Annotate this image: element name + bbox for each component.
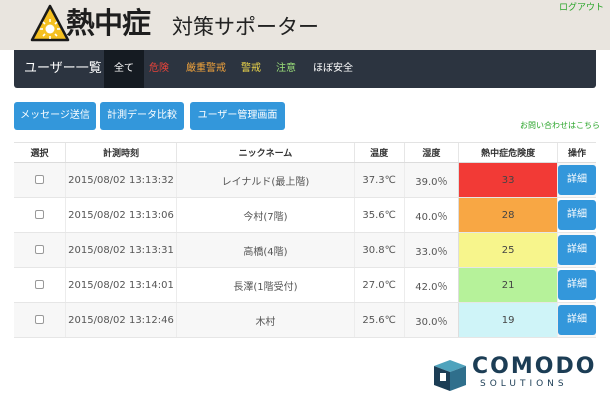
row-select — [14, 232, 66, 268]
table-row: 2015/08/02 13:13:31 高橋(4階) 30.8℃ 33.0％ 2… — [14, 232, 596, 268]
table-row: 2015/08/02 13:13:32 レイナルド(最上階) 37.3℃ 39.… — [14, 162, 596, 198]
comodo-wordmark: COMODO — [472, 354, 597, 379]
row-temperature: 30.8℃ — [353, 232, 405, 268]
row-temperature: 27.0℃ — [353, 267, 405, 303]
app-subtitle: 対策サポーター — [172, 15, 319, 39]
warning-sun-icon — [30, 4, 70, 42]
header-nickname: ニックネーム — [176, 142, 355, 163]
row-action: 詳細 — [556, 162, 596, 198]
nav-filter-safe[interactable]: ほぼ安全 — [313, 50, 353, 88]
row-risk: 25 — [458, 232, 558, 268]
row-action: 詳細 — [556, 232, 596, 268]
contact-link[interactable]: お問い合わせはこちら — [520, 120, 600, 131]
row-nickname: 長澤(1階受付) — [176, 267, 355, 303]
row-nickname: 木村 — [176, 302, 355, 338]
row-time: 2015/08/02 13:13:06 — [64, 197, 177, 233]
detail-button[interactable]: 詳細 — [557, 165, 596, 195]
row-select — [14, 267, 66, 303]
nav-filter-severe-warning[interactable]: 厳重警戒 — [186, 50, 226, 88]
row-select — [14, 302, 66, 338]
row-action: 詳細 — [556, 197, 596, 233]
nav-filter-caution[interactable]: 注意 — [276, 50, 296, 88]
row-risk: 28 — [458, 197, 558, 233]
row-time: 2015/08/02 13:12:46 — [64, 302, 177, 338]
header-action: 操作 — [556, 142, 596, 163]
row-time: 2015/08/02 13:14:01 — [64, 267, 177, 303]
row-checkbox[interactable] — [34, 315, 44, 324]
row-time: 2015/08/02 13:13:32 — [64, 162, 177, 198]
comodo-logo: COMODO SOLUTIONS — [432, 354, 597, 394]
row-nickname: レイナルド(最上階) — [176, 162, 355, 198]
row-select — [14, 162, 66, 198]
table-row: 2015/08/02 13:13:06 今村(7階) 35.6℃ 40.0％ 2… — [14, 197, 596, 233]
nav-filter-warning[interactable]: 警戒 — [241, 50, 261, 88]
row-checkbox[interactable] — [34, 210, 44, 219]
row-humidity: 42.0％ — [403, 267, 459, 303]
row-checkbox[interactable] — [34, 280, 44, 289]
app-title: 熱中症 — [66, 6, 151, 40]
comodo-cube-icon — [434, 360, 466, 391]
detail-button[interactable]: 詳細 — [557, 235, 596, 265]
row-risk: 19 — [458, 302, 558, 338]
row-action: 詳細 — [556, 267, 596, 303]
header-select: 選択 — [14, 142, 66, 163]
row-temperature: 35.6℃ — [353, 197, 405, 233]
detail-button[interactable]: 詳細 — [557, 305, 596, 335]
header-time: 計測時刻 — [64, 142, 177, 163]
comodo-sub-wordmark: SOLUTIONS — [480, 379, 568, 389]
nav-filter-danger[interactable]: 危険 — [149, 50, 169, 88]
table-header-row: 選択 計測時刻 ニックネーム 温度 湿度 熱中症危険度 操作 — [14, 142, 596, 163]
row-checkbox[interactable] — [34, 175, 44, 184]
user-admin-button[interactable]: ユーザー管理画面 — [190, 102, 285, 130]
header-humidity: 湿度 — [403, 142, 459, 163]
row-risk: 21 — [458, 267, 558, 303]
row-humidity: 33.0％ — [403, 232, 459, 268]
row-humidity: 30.0％ — [403, 302, 459, 338]
filter-navbar: ユーザー一覧 全て 危険 厳重警戒 警戒 注意 ほぼ安全 — [14, 50, 596, 88]
detail-button[interactable]: 詳細 — [557, 270, 596, 300]
header-risk: 熱中症危険度 — [458, 142, 558, 163]
row-time: 2015/08/02 13:13:31 — [64, 232, 177, 268]
user-table: 選択 計測時刻 ニックネーム 温度 湿度 熱中症危険度 操作 2015/08/0… — [14, 142, 596, 338]
row-checkbox[interactable] — [34, 245, 44, 254]
row-nickname: 高橋(4階) — [176, 232, 355, 268]
row-select — [14, 197, 66, 233]
nav-brand-user-list[interactable]: ユーザー一覧 — [24, 50, 102, 88]
nav-filter-all[interactable]: 全て — [104, 50, 144, 88]
header-temperature: 温度 — [353, 142, 405, 163]
row-temperature: 25.6℃ — [353, 302, 405, 338]
table-row: 2015/08/02 13:14:01 長澤(1階受付) 27.0℃ 42.0％… — [14, 267, 596, 303]
app-header: 熱中症 対策サポーター ログアウト — [0, 0, 610, 50]
send-message-button[interactable]: メッセージ送信 — [14, 102, 96, 130]
row-humidity: 40.0％ — [403, 197, 459, 233]
row-risk: 33 — [458, 162, 558, 198]
row-temperature: 37.3℃ — [353, 162, 405, 198]
logout-link[interactable]: ログアウト — [559, 0, 604, 13]
row-humidity: 39.0％ — [403, 162, 459, 198]
row-nickname: 今村(7階) — [176, 197, 355, 233]
row-action: 詳細 — [556, 302, 596, 338]
table-row: 2015/08/02 13:12:46 木村 25.6℃ 30.0％ 19 詳細 — [14, 302, 596, 338]
detail-button[interactable]: 詳細 — [557, 200, 596, 230]
compare-data-button[interactable]: 計測データ比較 — [100, 102, 184, 130]
